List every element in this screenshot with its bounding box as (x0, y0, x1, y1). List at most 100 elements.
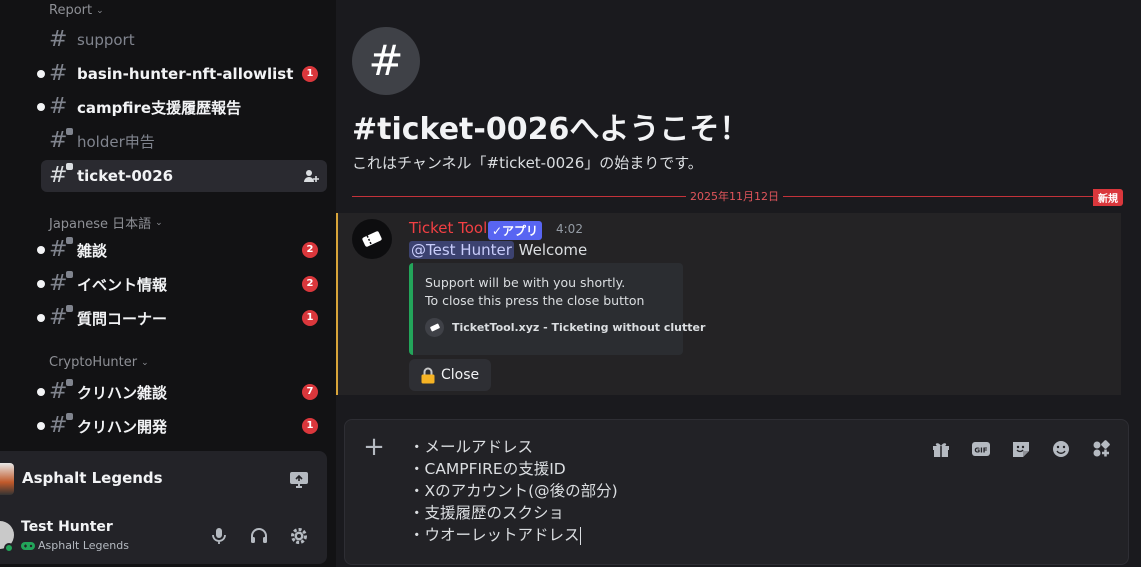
embed-line: To close this press the close button (425, 293, 645, 308)
channel-item-campfire[interactable]: # campfire支援履歴報告 (37, 91, 327, 123)
headphones-icon[interactable] (249, 526, 269, 546)
user-name[interactable]: Test Hunter (21, 519, 113, 535)
gamepad-icon (21, 541, 35, 550)
composer-line: ・支援履歴のスクショ (409, 504, 565, 522)
bot-avatar[interactable] (352, 219, 392, 259)
locked-hash-icon: # (49, 128, 73, 152)
unread-indicator (37, 103, 45, 111)
category-cryptohunter[interactable]: CryptoHunter ⌄ (49, 355, 149, 370)
category-japanese[interactable]: Japanese 日本語 ⌄ (49, 213, 163, 232)
text-caret (579, 526, 581, 545)
category-label: Japanese 日本語 (49, 217, 152, 232)
locked-hash-icon: # (49, 271, 73, 295)
mention-badge: 1 (302, 418, 318, 434)
plus-icon[interactable]: + (363, 434, 385, 460)
composer-text[interactable]: ・メールアドレス ・CAMPFIREの支援ID ・Xのアカウント(@後の部分) … (409, 436, 618, 546)
unread-indicator (37, 422, 45, 430)
app-tag: ✓アプリ (488, 221, 543, 240)
channel-name: 質問コーナー (77, 309, 168, 328)
close-button-label: Close (441, 367, 480, 383)
unread-indicator (37, 70, 45, 78)
ticket-icon (425, 318, 444, 337)
hash-icon: # (49, 27, 68, 52)
gear-icon[interactable] (289, 526, 309, 546)
unread-indicator (37, 388, 45, 396)
channel-item-basin-hunter-nft-allowlist[interactable]: # basin-hunter-nft-allowlist 1 (37, 58, 327, 90)
message-author[interactable]: Ticket Tool (409, 219, 487, 237)
channel-item-ticket-0026[interactable]: # ticket-0026 (41, 160, 327, 192)
close-ticket-button[interactable]: Close (409, 359, 491, 391)
channel-name: クリハン開発 (77, 417, 168, 436)
mention-badge: 2 (302, 242, 318, 258)
channel-item-support[interactable]: # support (41, 24, 327, 56)
gif-icon[interactable]: GIF (970, 438, 992, 460)
channel-name: support (77, 31, 135, 49)
locked-hash-icon: # (49, 163, 73, 187)
hash-icon: # (49, 61, 68, 86)
message-timestamp: 4:02 (556, 222, 583, 236)
channel-item-zatsudan[interactable]: # 雑談 2 (37, 234, 327, 266)
chevron-down-icon: ⌄ (141, 357, 149, 368)
ticket-icon (362, 231, 382, 247)
channel-name: クリハン雑談 (77, 383, 168, 402)
channel-name: イベント情報 (77, 275, 168, 294)
channel-sidebar: Report ⌄ # support # basin-hunter-nft-all… (0, 0, 336, 567)
message-text: Welcome (513, 241, 588, 259)
lock-icon (421, 367, 435, 383)
channel-hash-icon: # (352, 27, 420, 95)
message-item: Ticket Tool ✓アプリ 4:02 @Test Hunter Welco… (336, 213, 1121, 395)
chevron-down-icon: ⌄ (155, 217, 163, 228)
channel-item-kurihan-zatsudan[interactable]: # クリハン雑談 7 (37, 376, 327, 408)
unread-indicator (37, 280, 45, 288)
user-activity: Asphalt Legends (21, 539, 129, 552)
locked-hash-icon: # (49, 305, 73, 329)
user-panel: Test Hunter Asphalt Legends (0, 507, 327, 564)
mention-badge: 1 (302, 66, 318, 82)
user-activity-label: Asphalt Legends (38, 539, 129, 552)
user-mention[interactable]: @Test Hunter (409, 241, 514, 259)
channel-item-questions[interactable]: # 質問コーナー 1 (37, 302, 327, 334)
embed-line: Support will be with you shortly. (425, 275, 626, 290)
apps-icon[interactable] (1090, 438, 1112, 460)
chevron-down-icon: ⌄ (96, 5, 104, 16)
composer-line: ・メールアドレス (409, 438, 534, 456)
microphone-icon[interactable] (209, 526, 229, 546)
channel-item-kurihan-dev[interactable]: # クリハン開発 1 (37, 410, 327, 442)
locked-hash-icon: # (49, 379, 73, 403)
emoji-icon[interactable] (1050, 438, 1072, 460)
online-status-indicator (4, 543, 14, 553)
gift-icon[interactable] (930, 438, 952, 460)
composer-line: ・ウオーレットアドレス (409, 526, 580, 544)
embed-footer-text: TicketTool.xyz - Ticketing without clutt… (452, 321, 706, 334)
channel-item-event-info[interactable]: # イベント情報 2 (37, 268, 327, 300)
message-embed: Support will be with you shortly. To clo… (409, 263, 705, 355)
screen-share-icon[interactable] (289, 469, 309, 489)
channel-name: basin-hunter-nft-allowlist (77, 65, 294, 83)
date-divider-label: 2025年11月12日 (686, 188, 783, 204)
game-image (0, 463, 14, 495)
add-member-icon[interactable] (303, 168, 319, 184)
locked-hash-icon: # (49, 413, 73, 437)
message-content: @Test Hunter Welcome (409, 241, 587, 259)
activity-panel: Asphalt Legends (0, 451, 327, 507)
channel-name: holder申告 (77, 132, 155, 151)
category-label: Report (49, 3, 93, 18)
game-title: Asphalt Legends (22, 469, 163, 487)
channel-name: 雑談 (77, 241, 108, 260)
sticker-icon[interactable] (1010, 438, 1032, 460)
category-label: CryptoHunter (49, 355, 138, 370)
category-report[interactable]: Report ⌄ (49, 3, 104, 18)
mention-badge: 7 (302, 384, 318, 400)
new-messages-divider: 2025年11月12日 新規 (352, 188, 1123, 206)
welcome-subtitle: これはチャンネル「#ticket-0026」の始まりです。 (352, 154, 703, 172)
hash-icon: # (49, 94, 68, 119)
embed-footer: TicketTool.xyz - Ticketing without clutt… (425, 318, 705, 337)
mention-badge: 1 (302, 310, 318, 326)
composer-line: ・CAMPFIREの支援ID (409, 460, 566, 478)
locked-hash-icon: # (49, 237, 73, 261)
message-composer[interactable]: + ・メールアドレス ・CAMPFIREの支援ID ・Xのアカウント(@後の部分… (344, 419, 1129, 565)
channel-item-holder[interactable]: # holder申告 (41, 125, 327, 157)
channel-name: campfire支援履歴報告 (77, 98, 242, 117)
new-badge: 新規 (1093, 189, 1123, 206)
unread-indicator (37, 314, 45, 322)
